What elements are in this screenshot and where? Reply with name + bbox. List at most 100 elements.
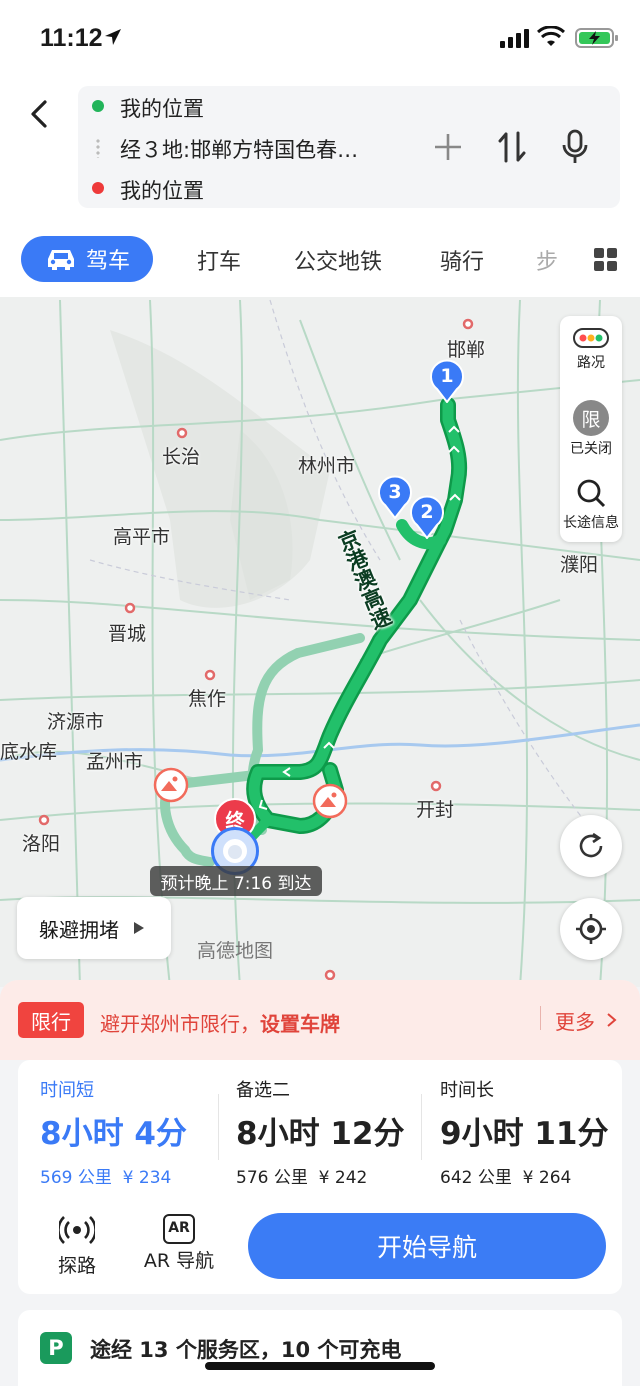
tab-walk[interactable]: 步 bbox=[536, 244, 558, 276]
origin-dot-icon bbox=[92, 100, 104, 112]
route-duration: 9小时 11分 bbox=[440, 1116, 609, 1152]
tab-taxi[interactable]: 打车 bbox=[197, 244, 241, 276]
map-label-dishuiku: 底水库 bbox=[0, 741, 58, 763]
restriction-badge: 限行 bbox=[18, 1002, 84, 1038]
chevron-right-icon bbox=[607, 1013, 617, 1027]
waypoint-marker-1[interactable]: 1 bbox=[429, 359, 465, 404]
start-navigation-button[interactable]: 开始导航 bbox=[248, 1213, 606, 1279]
ar-navigation-button[interactable]: AR AR 导航 bbox=[136, 1214, 222, 1273]
marker-1-label: 1 bbox=[440, 365, 454, 387]
status-bar: 11:12 bbox=[0, 0, 640, 80]
parking-icon: P bbox=[40, 1332, 72, 1364]
long-trip-label: 长途信息 bbox=[563, 515, 619, 531]
avatar-icon bbox=[223, 839, 247, 863]
route-tag: 备选二 bbox=[236, 1080, 290, 1101]
route-map[interactable]: 邯郸 长治 林州市 高平市 濮阳 晋城 焦作 济源市 底水库 孟州市 洛阳 开封… bbox=[0, 297, 640, 987]
service-area-info[interactable]: P 途经 13 个服务区，10 个可充电 bbox=[18, 1310, 622, 1386]
divider bbox=[218, 1094, 219, 1160]
route-toll: ¥ 242 bbox=[318, 1168, 368, 1188]
route-distance: 569 公里 bbox=[40, 1168, 112, 1188]
transport-tabs: 驾车 打车 公交地铁 骑行 步 bbox=[0, 230, 640, 290]
waypoint-marker-3[interactable]: 3 bbox=[377, 475, 413, 520]
destination-dot-icon bbox=[92, 182, 104, 194]
add-waypoint-button[interactable] bbox=[428, 127, 468, 167]
marker-3-label: 3 bbox=[388, 481, 402, 503]
ar-label: AR 导航 bbox=[143, 1250, 215, 1272]
amap-watermark: 高德地图 bbox=[197, 940, 274, 962]
crosshair-icon bbox=[576, 914, 606, 944]
map-label-jincheng: 晋城 bbox=[108, 623, 147, 645]
waypoint-marker-2[interactable]: 2 bbox=[409, 495, 445, 540]
restriction-text: 避开郑州市限行，设置车牌 bbox=[100, 1008, 340, 1037]
route-tag: 时间长 bbox=[440, 1080, 494, 1101]
construction-icon[interactable] bbox=[153, 767, 189, 803]
car-icon bbox=[47, 250, 74, 270]
origin-field[interactable]: 我的位置 bbox=[120, 93, 204, 123]
refresh-icon bbox=[579, 832, 603, 858]
drag-handle-icon[interactable] bbox=[96, 138, 100, 158]
divider bbox=[421, 1094, 422, 1160]
refresh-button[interactable] bbox=[560, 815, 622, 877]
map-label-jiaozuo: 焦作 bbox=[188, 688, 227, 710]
map-label-jiyuan: 济源市 bbox=[47, 711, 105, 733]
route-option-1[interactable]: 时间短 8小时 4分 569 公里 ¥ 234 bbox=[40, 1076, 187, 1188]
divider bbox=[540, 1006, 541, 1030]
back-arrow-icon[interactable] bbox=[22, 96, 58, 132]
location-arrow-icon bbox=[105, 29, 121, 45]
restriction-banner[interactable]: 限行 避开郑州市限行，设置车牌 更多 bbox=[0, 980, 640, 1060]
tab-drive[interactable]: 驾车 bbox=[21, 236, 153, 282]
route-duration: 8小时 12分 bbox=[236, 1116, 405, 1152]
voice-input-button[interactable] bbox=[555, 127, 595, 167]
avoid-congestion-label: 躲避拥堵 bbox=[39, 917, 119, 942]
waypoint-field[interactable]: 经３地:邯郸方特国色春… bbox=[120, 134, 358, 164]
route-meta: 569 公里 ¥ 234 bbox=[40, 1163, 187, 1188]
status-time: 11:12 bbox=[40, 24, 103, 52]
play-triangle-icon bbox=[134, 922, 144, 934]
set-plate-link[interactable]: 设置车牌 bbox=[260, 1012, 340, 1036]
route-option-3[interactable]: 时间长 9小时 11分 642 公里 ¥ 264 bbox=[440, 1076, 609, 1188]
route-input-box: 我的位置 经３地:邯郸方特国色春… 我的位置 bbox=[78, 86, 620, 208]
radar-icon bbox=[57, 1216, 97, 1244]
traffic-toggle[interactable]: 路况 bbox=[560, 328, 622, 372]
marker-2-label: 2 bbox=[420, 501, 434, 523]
eta-label: 预计晚上 7:16 到达 bbox=[150, 866, 322, 896]
long-trip-info[interactable]: 长途信息 bbox=[560, 478, 622, 532]
microphone-icon bbox=[562, 129, 588, 163]
swap-icon bbox=[498, 131, 526, 163]
route-option-2[interactable]: 备选二 8小时 12分 576 公里 ¥ 242 bbox=[236, 1076, 405, 1188]
restriction-message: 避开郑州市限行， bbox=[100, 1012, 260, 1036]
map-label-handan: 邯郸 bbox=[447, 339, 486, 361]
plus-icon bbox=[435, 134, 461, 160]
tab-cycling[interactable]: 骑行 bbox=[440, 244, 484, 276]
traffic-light-icon bbox=[573, 328, 609, 348]
tab-drive-label: 驾车 bbox=[85, 249, 130, 274]
map-label-puyang: 濮阳 bbox=[560, 554, 599, 576]
map-label-changzhi: 长治 bbox=[162, 446, 201, 468]
service-text: 途经 13 个服务区，10 个可充电 bbox=[90, 1338, 402, 1362]
map-control-group: 路况 限 已关闭 长途信息 bbox=[560, 316, 622, 542]
route-duration: 8小时 4分 bbox=[40, 1116, 187, 1152]
limit-icon: 限 bbox=[573, 400, 609, 436]
swap-route-button[interactable] bbox=[492, 127, 532, 167]
explore-button[interactable]: 探路 bbox=[34, 1214, 120, 1278]
avoid-congestion-button[interactable]: 躲避拥堵 bbox=[17, 897, 171, 959]
locate-button[interactable] bbox=[560, 898, 622, 960]
tab-transit[interactable]: 公交地铁 bbox=[294, 244, 382, 276]
map-label-linzhou: 林州市 bbox=[298, 455, 356, 477]
route-meta: 576 公里 ¥ 242 bbox=[236, 1163, 405, 1188]
restriction-label: 已关闭 bbox=[570, 441, 612, 457]
destination-field[interactable]: 我的位置 bbox=[120, 175, 204, 205]
more-modes-grid-icon[interactable] bbox=[594, 248, 618, 272]
map-label-mengzhou: 孟州市 bbox=[86, 751, 144, 773]
battery-charging-icon bbox=[575, 28, 618, 48]
route-toll: ¥ 234 bbox=[122, 1168, 172, 1188]
route-meta: 642 公里 ¥ 264 bbox=[440, 1163, 609, 1188]
more-link[interactable]: 更多 bbox=[555, 1006, 595, 1035]
route-distance: 642 公里 bbox=[440, 1168, 512, 1188]
construction-icon[interactable] bbox=[312, 783, 348, 819]
home-indicator[interactable] bbox=[205, 1362, 435, 1370]
explore-label: 探路 bbox=[57, 1255, 96, 1277]
traffic-label: 路况 bbox=[577, 355, 605, 371]
map-label-luoyang: 洛阳 bbox=[22, 833, 61, 855]
restriction-toggle[interactable]: 限 已关闭 bbox=[560, 400, 622, 458]
